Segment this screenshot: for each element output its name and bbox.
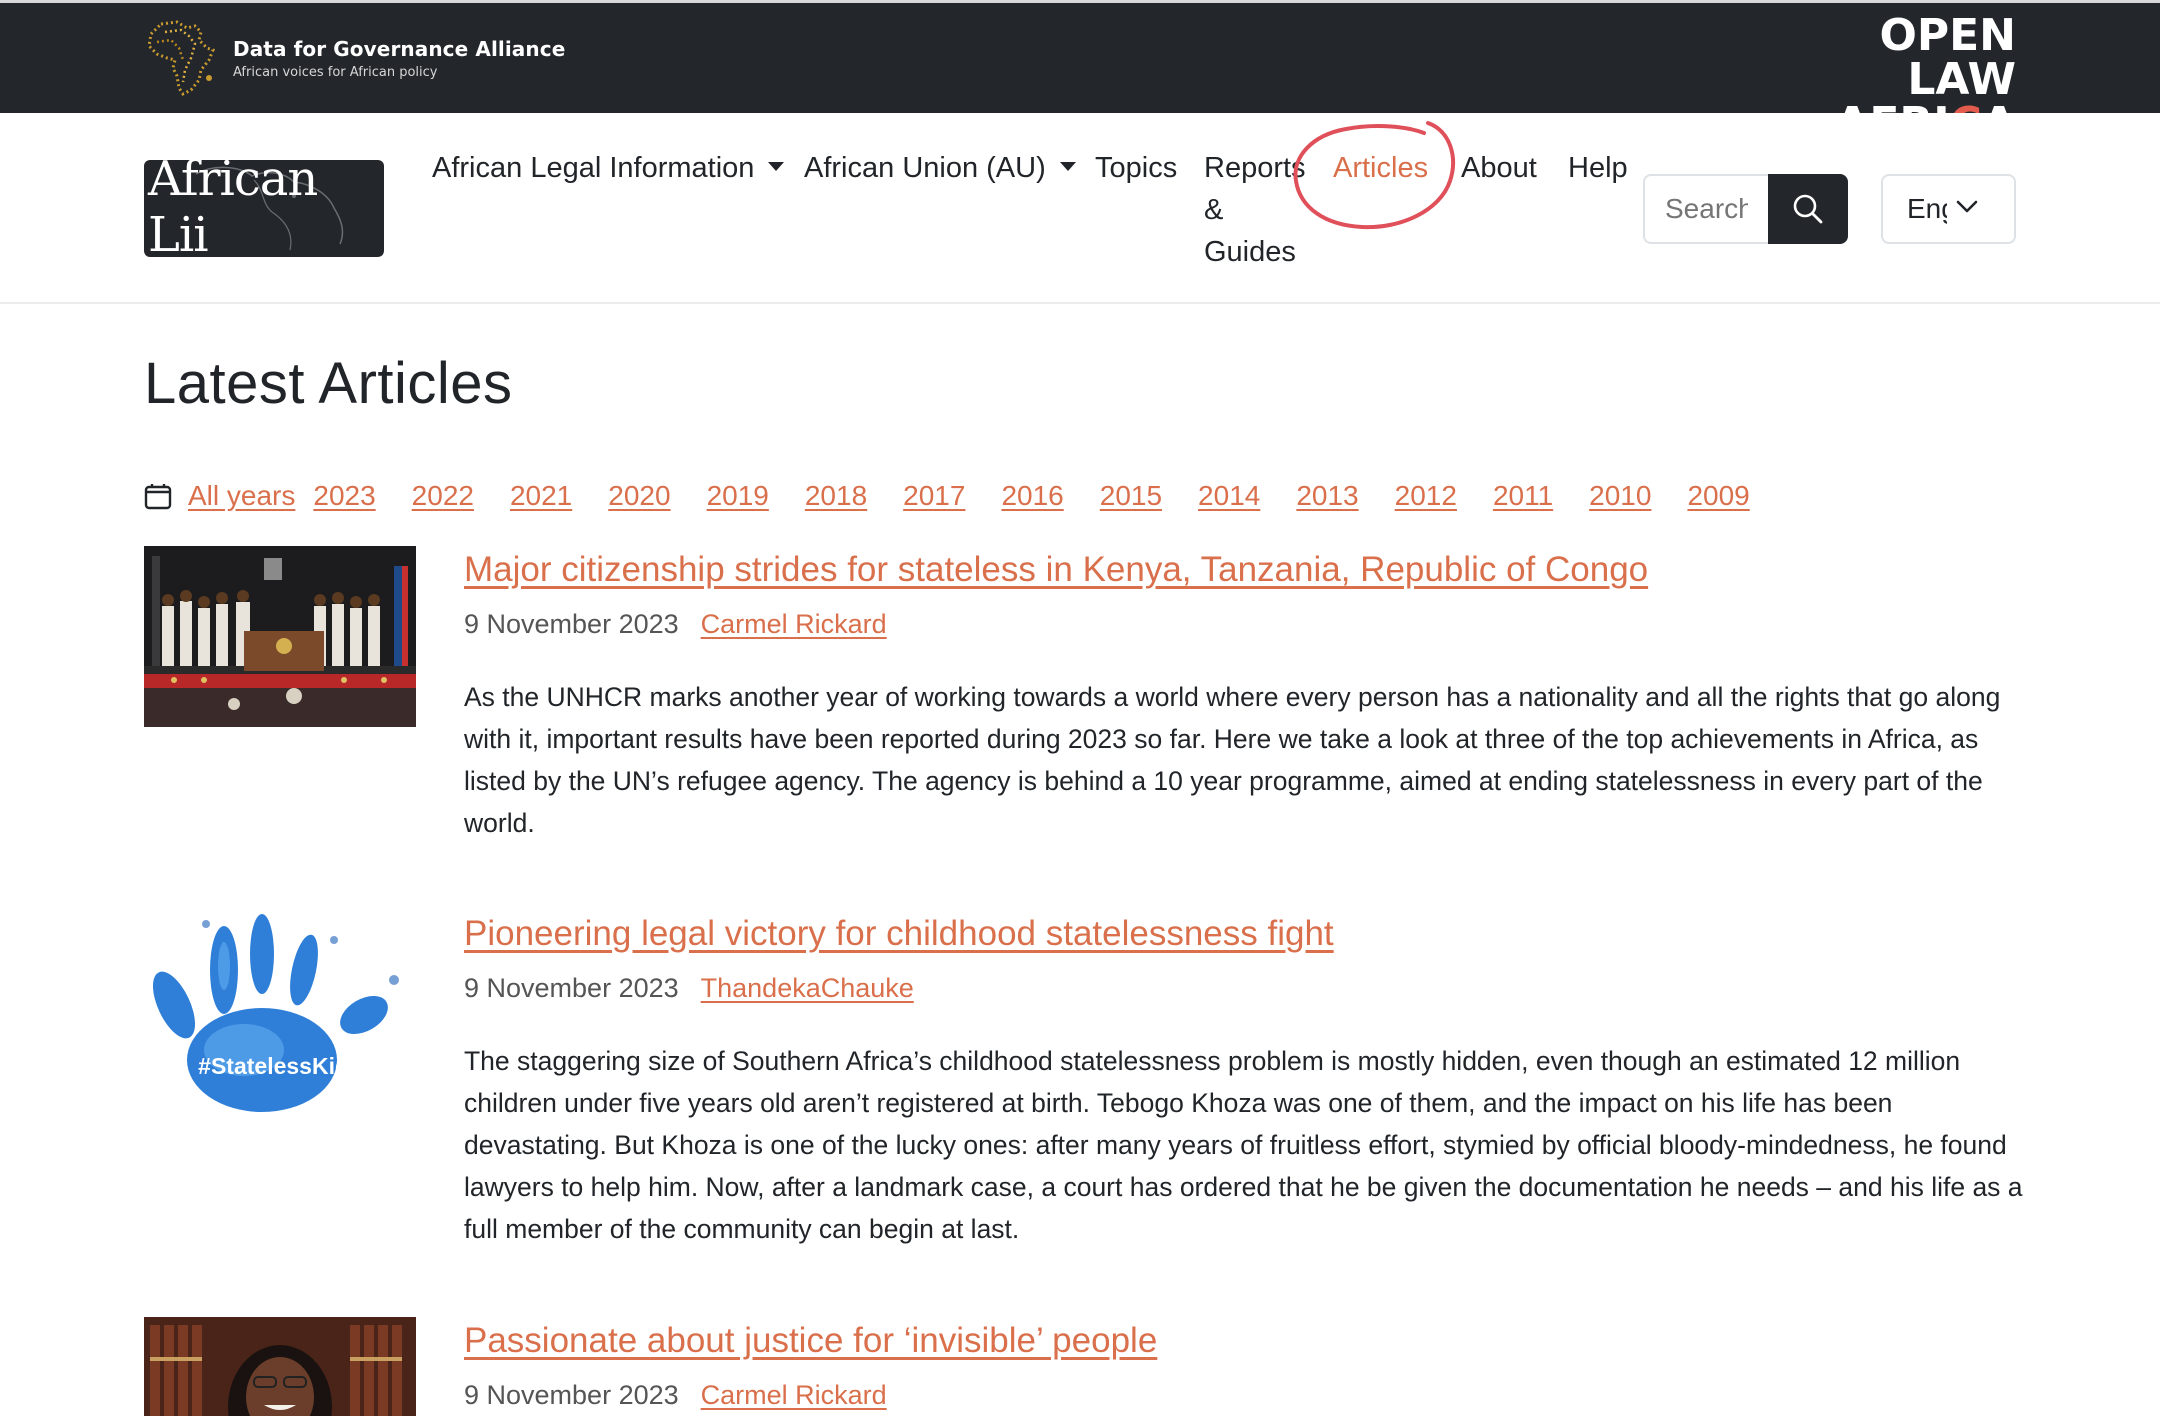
- image-caption: #StatelessKids: [198, 1053, 362, 1079]
- article-item: Major citizenship strides for stateless …: [144, 546, 2024, 846]
- nav-help[interactable]: Help: [1568, 147, 1628, 189]
- article-body: Major citizenship strides for stateless …: [464, 546, 2024, 844]
- article-author-link[interactable]: Carmel Rickard: [701, 604, 887, 644]
- top-banner: Data for Governance Alliance African voi…: [0, 0, 2160, 146]
- page-title: Latest Articles: [144, 351, 513, 416]
- top-divider: [0, 0, 2160, 3]
- year-link-2015[interactable]: 2015: [1100, 480, 1162, 512]
- main-navbar: African Lii African Legal Information Af…: [0, 113, 2160, 304]
- year-link-2013[interactable]: 2013: [1296, 480, 1358, 512]
- year-link-2011[interactable]: 2011: [1493, 480, 1553, 512]
- article-author-link[interactable]: Carmel Rickard: [701, 1375, 887, 1415]
- year-filter: All years 2023 2022 2021 2020 2019 2018 …: [144, 476, 1786, 516]
- year-link-2018[interactable]: 2018: [805, 480, 867, 512]
- article-meta: 9 November 2023 Carmel Rickard: [464, 604, 2024, 644]
- article-meta: 9 November 2023 Carmel Rickard: [464, 1375, 2024, 1415]
- year-link-all[interactable]: All years: [188, 480, 295, 512]
- article-summary: The staggering size of Southern Africa’s…: [464, 1046, 2023, 1244]
- year-link-2021[interactable]: 2021: [510, 480, 572, 512]
- portrait-photo: [144, 1317, 416, 1416]
- year-link-2014[interactable]: 2014: [1198, 480, 1260, 512]
- year-link-2023[interactable]: 2023: [313, 480, 375, 512]
- africanlii-logo[interactable]: African Lii: [144, 160, 384, 257]
- search-icon: [1793, 194, 1823, 224]
- article-thumbnail[interactable]: [144, 546, 416, 727]
- handprint-image: #StatelessKids: [144, 910, 416, 1114]
- article-date: 9 November 2023: [464, 609, 679, 639]
- article-title-link[interactable]: Pioneering legal victory for childhood s…: [464, 910, 2024, 958]
- nav-reports-line-3: Guides: [1204, 236, 1296, 268]
- year-link-2010[interactable]: 2010: [1589, 480, 1651, 512]
- year-link-2019[interactable]: 2019: [707, 480, 769, 512]
- dga-title: Data for Governance Alliance: [233, 36, 566, 61]
- nav-about[interactable]: About: [1461, 147, 1537, 189]
- year-link-2016[interactable]: 2016: [1001, 480, 1063, 512]
- caret-down-icon: [1059, 161, 1076, 171]
- brand-text: African Lii: [148, 160, 318, 257]
- article-meta: 9 November 2023 ThandekaChauke: [464, 968, 2024, 1008]
- language-select[interactable]: English: [1881, 174, 2016, 244]
- open-law-africa-logo[interactable]: OPEN LAW AFRICA: [1756, 10, 2016, 146]
- year-link-2022[interactable]: 2022: [412, 480, 474, 512]
- dga-subtitle: African voices for African policy: [233, 64, 438, 80]
- search-form: [1643, 174, 1848, 244]
- chevron-down-icon: [1956, 200, 1978, 213]
- year-link-2009[interactable]: 2009: [1687, 480, 1749, 512]
- nav-legal-information[interactable]: African Legal Information: [432, 147, 785, 189]
- article-title-link[interactable]: Passionate about justice for ‘invisible’…: [464, 1317, 2024, 1365]
- article-thumbnail[interactable]: [144, 1317, 416, 1416]
- article-body: Passionate about justice for ‘invisible’…: [464, 1317, 2024, 1415]
- annotation-circle: [1293, 121, 1455, 230]
- article-title-link[interactable]: Major citizenship strides for stateless …: [464, 546, 2024, 594]
- year-link-2017[interactable]: 2017: [903, 480, 965, 512]
- dga-logo-link[interactable]: Data for Governance Alliance African voi…: [143, 18, 565, 98]
- article-item: #StatelessKids Pioneering legal victory …: [144, 910, 2024, 1270]
- calendar-icon: [144, 484, 172, 510]
- article-date: 9 November 2023: [464, 973, 679, 1003]
- nav-legal-information-label: African Legal Information: [432, 152, 755, 184]
- year-link-2020[interactable]: 2020: [608, 480, 670, 512]
- ola-line-1: OPEN LAW: [1879, 10, 2016, 105]
- ceremony-photo: [144, 546, 416, 727]
- article-body: Pioneering legal victory for childhood s…: [464, 910, 2024, 1250]
- nav-topics[interactable]: Topics: [1095, 147, 1177, 189]
- article-date: 9 November 2023: [464, 1380, 679, 1410]
- article-author-link[interactable]: ThandekaChauke: [701, 968, 914, 1008]
- article-summary: As the UNHCR marks another year of worki…: [464, 682, 2001, 838]
- article-thumbnail[interactable]: #StatelessKids: [144, 910, 416, 1114]
- year-link-2012[interactable]: 2012: [1395, 480, 1457, 512]
- search-button[interactable]: [1768, 174, 1848, 244]
- search-input[interactable]: [1643, 174, 1768, 244]
- nav-african-union[interactable]: African Union (AU): [804, 147, 1076, 189]
- article-item: Passionate about justice for ‘invisible’…: [144, 1317, 2024, 1416]
- caret-down-icon: [768, 161, 785, 171]
- nav-african-union-label: African Union (AU): [804, 152, 1046, 184]
- language-value: English: [1907, 193, 1947, 224]
- africa-map-icon: [147, 20, 215, 96]
